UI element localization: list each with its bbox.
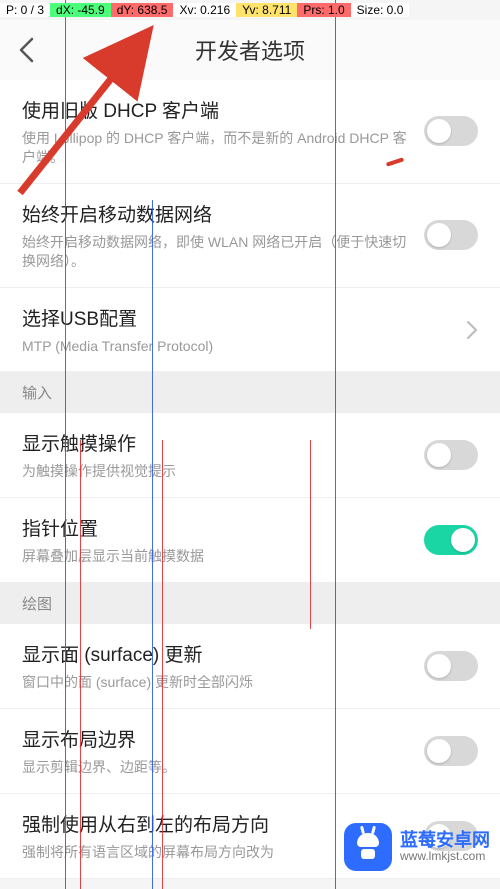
setting-title: 使用旧版 DHCP 客户端 — [22, 96, 412, 123]
setting-title: 显示布局边界 — [22, 725, 412, 752]
switch-toggle[interactable] — [424, 736, 478, 766]
switch-toggle[interactable] — [424, 220, 478, 250]
setting-sub: 窗口中的面 (surface) 更新时全部闪烁 — [22, 673, 412, 692]
setting-show-touches[interactable]: 显示触摸操作 为触摸操作提供视觉提示 — [0, 413, 500, 498]
app-header: 开发者选项 — [0, 20, 500, 80]
setting-title: 显示面 (surface) 更新 — [22, 640, 412, 667]
setting-pointer-location[interactable]: 指针位置 屏幕叠加层显示当前触摸数据 — [0, 498, 500, 583]
setting-layout-bounds[interactable]: 显示布局边界 显示剪辑边界、边距等。 — [0, 709, 500, 794]
back-button[interactable] — [18, 37, 34, 63]
section-header-draw: 绘图 — [0, 583, 500, 624]
setting-sub: 始终开启移动数据网络，即使 WLAN 网络已开启（便于快速切换网络）。 — [22, 233, 412, 271]
switch-toggle[interactable] — [424, 116, 478, 146]
page-title: 开发者选项 — [0, 34, 500, 66]
setting-surface-updates[interactable]: 显示面 (surface) 更新 窗口中的面 (surface) 更新时全部闪烁 — [0, 624, 500, 709]
watermark-logo-icon — [344, 823, 392, 871]
setting-sub: MTP (Media Transfer Protocol) — [22, 337, 454, 356]
watermark-url: www.lmkjst.com — [400, 850, 490, 863]
watermark-name: 蓝莓安卓网 — [400, 831, 490, 851]
section-header-input: 输入 — [0, 372, 500, 413]
debug-size: Size: 0.0 — [351, 3, 410, 17]
debug-yv: Yv: 8.711 — [236, 3, 297, 17]
switch-toggle[interactable] — [424, 525, 478, 555]
watermark: 蓝莓安卓网 www.lmkjst.com — [344, 823, 490, 871]
debug-xv: Xv: 0.216 — [173, 3, 236, 17]
setting-title: 显示触摸操作 — [22, 429, 412, 456]
setting-sub: 屏幕叠加层显示当前触摸数据 — [22, 547, 412, 566]
setting-usb-config[interactable]: 选择USB配置 MTP (Media Transfer Protocol) — [0, 288, 500, 373]
debug-dy: dY: 638.5 — [111, 3, 174, 17]
debug-dx: dX: -45.9 — [50, 3, 111, 17]
settings-list[interactable]: 使用旧版 DHCP 客户端 使用 Lollipop 的 DHCP 客户端，而不是… — [0, 80, 500, 879]
setting-dhcp-legacy[interactable]: 使用旧版 DHCP 客户端 使用 Lollipop 的 DHCP 客户端，而不是… — [0, 80, 500, 184]
back-icon — [18, 37, 34, 63]
setting-sub: 使用 Lollipop 的 DHCP 客户端，而不是新的 Android DHC… — [22, 129, 412, 167]
setting-title: 始终开启移动数据网络 — [22, 200, 412, 227]
setting-sub: 为触摸操作提供视觉提示 — [22, 462, 412, 481]
setting-title: 选择USB配置 — [22, 304, 454, 331]
switch-toggle[interactable] — [424, 651, 478, 681]
debug-p: P: 0 / 3 — [0, 3, 50, 17]
setting-mobile-data-always[interactable]: 始终开启移动数据网络 始终开启移动数据网络，即使 WLAN 网络已开启（便于快速… — [0, 184, 500, 288]
setting-sub: 显示剪辑边界、边距等。 — [22, 758, 412, 777]
switch-toggle[interactable] — [424, 440, 478, 470]
debug-prs: Prs: 1.0 — [297, 3, 350, 17]
pointer-debug-bar: P: 0 / 3 dX: -45.9 dY: 638.5 Xv: 0.216 Y… — [0, 0, 500, 20]
chevron-right-icon — [466, 320, 478, 340]
setting-title: 指针位置 — [22, 514, 412, 541]
